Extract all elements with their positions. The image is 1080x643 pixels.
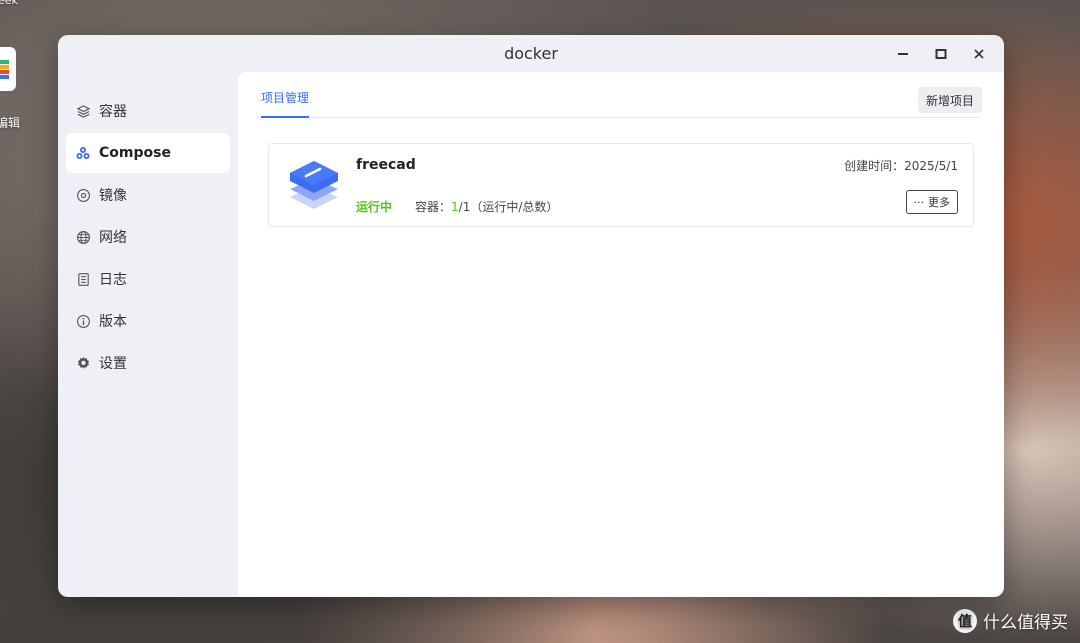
containers-label: 容器： [415, 200, 452, 214]
compose-icon [75, 145, 91, 161]
tab-bar: 项目管理 新增项目 [261, 72, 982, 118]
desktop-app-icon[interactable] [0, 47, 16, 91]
sidebar-item-label: 版本 [99, 314, 127, 330]
sidebar-item-label: 日志 [99, 272, 127, 288]
project-created-time: 创建时间：2025/5/1 [844, 157, 958, 174]
minimize-icon [898, 53, 908, 55]
close-icon [974, 49, 984, 59]
info-icon [75, 313, 91, 329]
created-label: 创建时间： [844, 159, 905, 173]
close-button[interactable] [968, 44, 990, 64]
desktop-app-label-top: eek [0, 0, 18, 7]
disc-icon [75, 187, 91, 203]
more-button-label: 更多 [928, 196, 950, 209]
sidebar-item-containers[interactable]: 容器 [66, 91, 230, 131]
sidebar-item-label: Compose [99, 145, 171, 161]
maximize-button[interactable] [930, 44, 952, 64]
window-title: docker [504, 44, 558, 63]
watermark: 值 什么值得买 [953, 608, 1068, 633]
watermark-logo-icon: 值 [953, 608, 977, 633]
container-count: 容器：1/1（运行中/总数） [415, 198, 558, 215]
add-project-button[interactable]: 新增项目 [917, 87, 982, 113]
sidebar-item-images[interactable]: 镜像 [66, 175, 230, 215]
containers-suffix: （运行中/总数） [470, 200, 559, 214]
desktop-app-label: 编辑 [0, 116, 21, 130]
globe-icon [75, 229, 91, 245]
sidebar-item-label: 网络 [99, 230, 127, 246]
maximize-icon [935, 49, 947, 59]
more-button[interactable]: ··· 更多 [905, 190, 958, 214]
sidebar-item-label: 镜像 [99, 188, 127, 204]
minimize-button[interactable] [892, 44, 914, 64]
docker-window: docker 容器 Compose 镜像 网络 日志 版本 设置 项目管理 新增… [58, 35, 1004, 597]
sidebar-item-label: 设置 [99, 356, 127, 372]
status-badge: 运行中 [356, 200, 393, 214]
created-date: 2025/5/1 [904, 159, 958, 173]
layers-icon [75, 103, 91, 119]
project-name[interactable]: freecad [356, 157, 416, 173]
running-count: 1 [451, 200, 459, 214]
tab-project-management[interactable]: 项目管理 [261, 89, 310, 118]
watermark-text: 什么值得买 [983, 613, 1068, 633]
window-controls [892, 44, 990, 64]
project-card[interactable]: freecad 创建时间：2025/5/1 运行中 容器：1/1（运行中/总数）… [268, 143, 974, 227]
sidebar-item-logs[interactable]: 日志 [66, 259, 230, 299]
sidebar-item-version[interactable]: 版本 [66, 301, 230, 341]
log-icon [75, 271, 91, 287]
sidebar-item-network[interactable]: 网络 [66, 217, 230, 257]
sidebar-item-label: 容器 [99, 104, 127, 120]
ellipsis-icon: ··· [913, 195, 925, 209]
main-panel: 项目管理 新增项目 freecad 创建时间：2025/5/1 运行中 容器：1… [238, 72, 1004, 597]
sidebar: 容器 Compose 镜像 网络 日志 版本 设置 [58, 72, 238, 597]
gear-icon [75, 355, 91, 371]
sidebar-item-settings[interactable]: 设置 [66, 343, 230, 383]
titlebar[interactable]: docker [58, 35, 1004, 72]
sidebar-item-compose[interactable]: Compose [66, 133, 230, 173]
compose-project-logo-icon [288, 159, 340, 217]
